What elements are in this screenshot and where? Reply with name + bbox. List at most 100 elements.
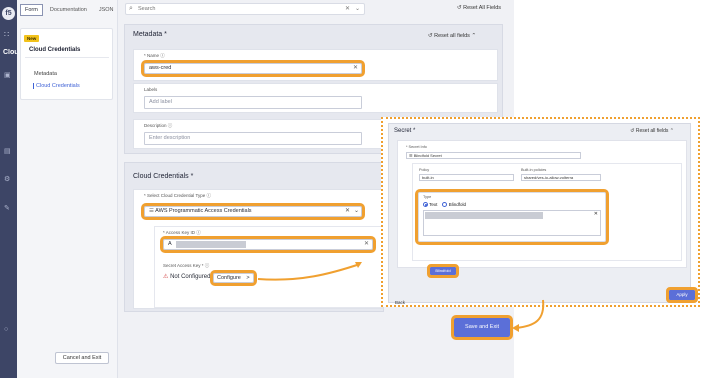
policy-label: Policy — [419, 168, 430, 172]
chevron-down-icon[interactable]: ⌄ — [355, 5, 360, 12]
screenshot-root: f5 ∷ Clou ▣ ▤ ⚙ ✎ ○ Form Documentation J… — [0, 0, 702, 378]
cancel-exit-button[interactable]: Cancel and Exit — [55, 352, 109, 364]
secret-info-value: Blindfold Secret — [413, 153, 442, 158]
secret-status: ⚠ Not Configured — [163, 273, 210, 280]
back-button[interactable]: Back — [395, 300, 405, 305]
policy-select[interactable]: built-in — [419, 174, 514, 181]
name-value: aws-cred — [149, 65, 172, 71]
radio-text[interactable] — [423, 202, 428, 208]
description-placeholder: Enter description — [149, 135, 191, 141]
section-title: Metadata * — [133, 31, 167, 38]
secret-config-overlay: Secret * ↺ Reset all fields ⌃ * Secret I… — [381, 117, 700, 307]
clear-icon[interactable]: ✕ — [345, 207, 350, 216]
built-in-label: Built-in policies — [521, 168, 547, 172]
clear-icon[interactable]: ✕ — [345, 5, 350, 12]
labels-placeholder: Add label — [149, 99, 172, 105]
aws-fields-card: * Access Key ID ⓘ A ✕ Secret Access Key … — [154, 226, 382, 308]
clear-icon[interactable]: ✕ — [353, 64, 358, 73]
tab-form[interactable]: Form — [20, 4, 43, 16]
radio-text-label: Text — [429, 202, 438, 207]
access-key-label: * Access Key ID — [163, 230, 196, 235]
list-icon: ☰ — [409, 153, 413, 158]
section-title: Cloud Credentials * — [133, 173, 194, 180]
secret-reset-link[interactable]: ↺ Reset all fields ⌃ — [630, 128, 674, 134]
f5-logo-icon: f5 — [2, 7, 15, 20]
search-icon: ⌕ — [129, 5, 133, 12]
blindfold-card: Policy built-in Built-in policies shared… — [412, 163, 682, 261]
nav-icon[interactable]: ✎ — [4, 205, 13, 213]
sidebar-cloud-label: Clou — [3, 49, 17, 56]
description-label: Description — [144, 123, 167, 128]
tab-documentation[interactable]: Documentation — [45, 4, 92, 16]
section-reset-link[interactable]: ↺ Reset all fields ⌃ — [428, 33, 476, 39]
redacted-value — [425, 212, 543, 219]
cred-type-label: * Select Cloud Credential Type — [144, 193, 206, 198]
name-label: * Name — [144, 53, 160, 58]
form-nav-panel: Form Documentation JSON New Cloud Creden… — [17, 0, 118, 378]
nav-title: Cloud Credentials — [29, 47, 81, 53]
labels-label: Labels — [144, 87, 158, 92]
secret-panel: Secret * ↺ Reset all fields ⌃ * Secret I… — [388, 123, 691, 305]
clear-icon[interactable]: ✕ — [594, 212, 598, 217]
nav-icon[interactable]: ▤ — [4, 148, 13, 156]
name-field[interactable]: aws-cred ✕ — [141, 60, 365, 77]
section-reset-label: Reset all fields — [434, 33, 470, 39]
cred-type-select[interactable]: ☰ AWS Programmatic Access Credentials ✕ … — [141, 203, 365, 220]
cred-type-value: AWS Programmatic Access Credentials — [155, 208, 252, 214]
nav-icon[interactable]: ▣ — [4, 72, 13, 80]
nav-icon[interactable]: ⚙ — [4, 176, 13, 184]
chevron-right-icon: > — [246, 275, 250, 281]
new-badge: New — [24, 35, 40, 42]
tab-json[interactable]: JSON — [94, 4, 119, 16]
apps-grid-icon[interactable]: ∷ — [4, 30, 9, 39]
configure-button[interactable]: Configure > — [210, 270, 257, 286]
labels-card: Labels Add label — [133, 83, 498, 113]
radio-blindfold[interactable] — [442, 202, 448, 208]
clear-icon[interactable]: ✕ — [364, 240, 369, 249]
secret-type-box: Type Text Blindfold ✕ — [415, 189, 609, 245]
save-exit-button[interactable]: Save and Exit — [451, 315, 513, 340]
chevron-down-icon[interactable]: ⌄ — [354, 207, 359, 216]
secret-info-select[interactable]: ☰ Blindfold Secret — [406, 152, 581, 159]
policy-value: built-in — [422, 175, 434, 180]
nav-item-cloud-credentials[interactable]: Cloud Credentials — [33, 83, 80, 89]
section-nav-card: New Cloud Credentials Metadata Cloud Cre… — [20, 28, 113, 100]
configure-label: Configure — [217, 275, 241, 281]
access-key-field[interactable]: A ✕ — [160, 236, 376, 253]
field-label: Secret Access Key * ⓘ — [163, 263, 210, 268]
search-input[interactable] — [138, 6, 328, 12]
description-field[interactable]: Enter description — [144, 132, 362, 145]
type-label: Type — [423, 195, 432, 199]
blindfold-button[interactable]: Blindfold — [427, 264, 459, 278]
secret-title: Secret * — [394, 128, 416, 134]
divider — [25, 57, 109, 58]
search-bar: ⌕ ✕ ⌄ — [125, 3, 365, 15]
secret-card: * Secret Info ☰ Blindfold Secret Policy … — [397, 140, 687, 278]
nav-icon[interactable]: ○ — [4, 326, 13, 334]
reset-all-fields-link[interactable]: ↺ Reset All Fields — [457, 5, 501, 11]
list-icon: ☰ — [149, 208, 154, 214]
warning-icon: ⚠ — [163, 274, 169, 280]
credential-type-card: * Select Cloud Credential Type ⓘ ☰ AWS P… — [133, 189, 383, 309]
nav-item-metadata[interactable]: Metadata — [34, 71, 57, 77]
app-sidebar: f5 ∷ Clou ▣ ▤ ⚙ ✎ ○ — [0, 0, 17, 378]
apply-button[interactable]: Apply — [666, 287, 698, 303]
secret-key-label: Secret Access Key * — [163, 263, 204, 268]
built-in-select[interactable]: shared/ves-io-allow-volterra — [521, 174, 601, 181]
field-label: * Access Key ID ⓘ — [163, 230, 201, 235]
field-label: * Select Cloud Credential Type ⓘ — [144, 193, 211, 198]
type-radio-group: Text Blindfold — [423, 202, 466, 208]
built-in-value: shared/ves-io-allow-volterra — [524, 175, 574, 180]
radio-blindfold-label: Blindfold — [448, 202, 466, 207]
view-tabs: Form Documentation JSON — [20, 4, 119, 16]
secret-info-label: * Secret Info — [406, 145, 427, 149]
field-label: * Name ⓘ — [144, 53, 165, 58]
access-key-value: A — [168, 241, 172, 247]
name-card: * Name ⓘ aws-cred ✕ — [133, 49, 498, 81]
secret-text-area[interactable]: ✕ — [423, 210, 601, 236]
redacted-value — [176, 241, 246, 248]
labels-field[interactable]: Add label — [144, 96, 362, 109]
cloud-credentials-section: Cloud Credentials * * Select Cloud Crede… — [124, 162, 384, 312]
reset-all-label: Reset All Fields — [463, 5, 502, 11]
not-configured-text: Not Configured — [170, 274, 211, 280]
